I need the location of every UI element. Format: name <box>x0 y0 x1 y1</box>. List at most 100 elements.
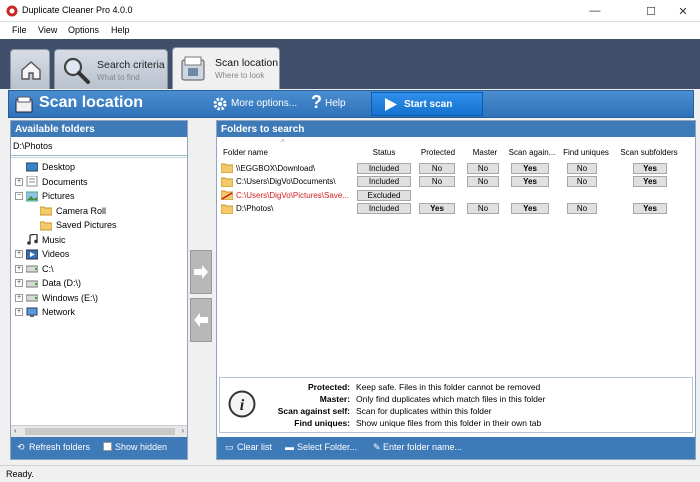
scan-against-toggle[interactable]: Yes <box>511 162 549 174</box>
page-header: Scan location More options... ? Help Sta… <box>8 90 694 118</box>
clear-list-icon[interactable]: ▭ <box>225 442 234 453</box>
tree-item-label: Network <box>42 307 76 317</box>
folder-name: \\EGGBOX\Download\ <box>236 163 316 173</box>
refresh-folders-button[interactable]: Refresh folders <box>29 442 90 452</box>
expand-icon[interactable]: + <box>15 279 23 287</box>
show-hidden-label: Show hidden <box>115 442 168 452</box>
scan-subfolders-toggle[interactable]: Yes <box>633 162 667 174</box>
master-toggle[interactable]: No <box>467 162 499 174</box>
column-header[interactable]: Find uniques <box>561 148 611 157</box>
tree-item-label: C:\ <box>42 263 54 274</box>
folder-row[interactable]: D:\Photos\ <box>221 203 273 215</box>
tree-item[interactable]: + Windows (E:\) <box>15 291 98 305</box>
remove-folder-button[interactable] <box>190 298 212 342</box>
tab-home[interactable] <box>10 49 50 89</box>
enter-folder-icon[interactable]: ✎ <box>373 442 381 453</box>
svg-text:i: i <box>240 397 245 414</box>
master-toggle[interactable]: No <box>467 176 499 187</box>
tree-item[interactable]: − Pictures <box>15 189 75 203</box>
folder-icon <box>221 190 233 200</box>
refresh-icon[interactable]: ⟲ <box>17 442 25 453</box>
tree-item[interactable]: + Documents <box>15 175 88 189</box>
folder-path-input[interactable]: D:\Photos <box>11 138 187 156</box>
expand-icon[interactable]: + <box>15 308 23 316</box>
status-toggle[interactable]: Excluded <box>357 189 411 201</box>
tree-item[interactable]: Music <box>15 233 66 247</box>
tab-scan-location[interactable]: Scan location Where to look <box>172 47 280 89</box>
help-icon[interactable]: ? <box>311 92 322 113</box>
play-icon <box>385 98 397 111</box>
collapse-icon[interactable]: − <box>15 192 23 200</box>
scan-subfolders-toggle[interactable]: Yes <box>633 203 667 214</box>
menu-help[interactable]: Help <box>111 25 130 35</box>
tree-item[interactable]: Camera Roll <box>29 204 106 218</box>
tree-horizontal-scrollbar[interactable]: ‹ › <box>11 425 187 437</box>
find-uniques-toggle[interactable]: No <box>567 176 597 187</box>
tree-item-label: Saved Pictures <box>56 220 117 230</box>
tree-item[interactable]: + Videos <box>15 247 69 261</box>
right-footer: ▭ Clear list ▬ Select Folder... ✎ Enter … <box>217 437 695 459</box>
expand-icon[interactable]: + <box>15 177 23 186</box>
column-header[interactable]: Protected <box>415 148 461 157</box>
sort-indicator-icon: ^ <box>281 138 285 147</box>
select-folder-icon[interactable]: ▬ <box>285 442 294 452</box>
menu-file[interactable]: File <box>12 25 27 35</box>
tree-item[interactable]: Desktop <box>15 160 75 174</box>
select-folder-button[interactable]: Select Folder... <box>297 442 357 452</box>
column-header[interactable]: Scan again... <box>507 148 557 157</box>
folder-row[interactable]: \\EGGBOX\Download\ <box>221 162 315 174</box>
magnifier-icon <box>63 57 90 84</box>
column-header[interactable]: Master <box>465 148 505 157</box>
folder-row[interactable]: C:\Users\DigVo\Pictures\Save... <box>221 189 349 201</box>
find-uniques-toggle[interactable]: No <box>567 162 597 174</box>
folder-row[interactable]: C:\Users\DigVo\Documents\ <box>221 176 336 188</box>
protected-toggle[interactable]: No <box>419 176 455 187</box>
status-toggle[interactable]: Included <box>357 176 411 187</box>
scan-against-toggle[interactable]: Yes <box>511 203 549 214</box>
show-hidden-checkbox[interactable] <box>103 442 112 451</box>
tree-item[interactable]: + C:\ <box>15 262 54 276</box>
available-folders-heading: Available folders <box>11 121 187 137</box>
expand-icon[interactable]: + <box>15 250 23 258</box>
menu-view[interactable]: View <box>38 25 57 35</box>
pictures-icon <box>26 191 38 201</box>
tree-item[interactable]: + Data (D:\) <box>15 276 81 290</box>
column-header[interactable]: Status <box>357 148 411 157</box>
help-button[interactable]: Help <box>325 98 346 109</box>
info-icon: i <box>228 390 256 418</box>
status-toggle[interactable]: Included <box>357 203 411 214</box>
gear-icon[interactable] <box>212 96 228 112</box>
find-uniques-toggle[interactable]: No <box>567 203 597 214</box>
network-icon <box>26 307 38 317</box>
arrow-right-icon <box>194 265 208 279</box>
menu-options[interactable]: Options <box>68 25 99 35</box>
folder-icon <box>40 221 52 230</box>
add-folder-button[interactable] <box>190 250 212 294</box>
desktop-icon <box>26 162 38 171</box>
maximize-button[interactable]: ☐ <box>636 0 666 22</box>
column-header[interactable]: Scan subfolders <box>617 148 681 157</box>
legend-key: Master: <box>319 394 350 404</box>
close-button[interactable]: ✕ <box>668 0 698 22</box>
tree-item[interactable]: + Network <box>15 305 75 319</box>
master-toggle[interactable]: No <box>467 203 499 214</box>
tree-item[interactable]: Saved Pictures <box>29 218 117 232</box>
status-toggle[interactable]: Included <box>357 162 411 174</box>
scan-subfolders-toggle[interactable]: Yes <box>633 176 667 187</box>
folder-icon <box>221 204 233 214</box>
page-title: Scan location <box>39 94 144 111</box>
folder-icon <box>221 163 233 173</box>
start-scan-button[interactable]: Start scan <box>371 92 483 116</box>
protected-toggle[interactable]: Yes <box>419 203 455 214</box>
minimize-button[interactable]: — <box>580 0 610 22</box>
enter-folder-button[interactable]: Enter folder name... <box>383 442 462 452</box>
column-header[interactable]: Folder name <box>223 148 353 157</box>
protected-toggle[interactable]: No <box>419 162 455 174</box>
legend-key: Find uniques: <box>294 418 350 428</box>
scan-against-toggle[interactable]: Yes <box>511 176 549 187</box>
more-options-button[interactable]: More options... <box>231 98 297 109</box>
expand-icon[interactable]: + <box>15 293 23 302</box>
tab-search-criteria[interactable]: Search criteria What to find <box>54 49 168 89</box>
clear-list-button[interactable]: Clear list <box>237 442 272 452</box>
expand-icon[interactable]: + <box>15 264 23 273</box>
